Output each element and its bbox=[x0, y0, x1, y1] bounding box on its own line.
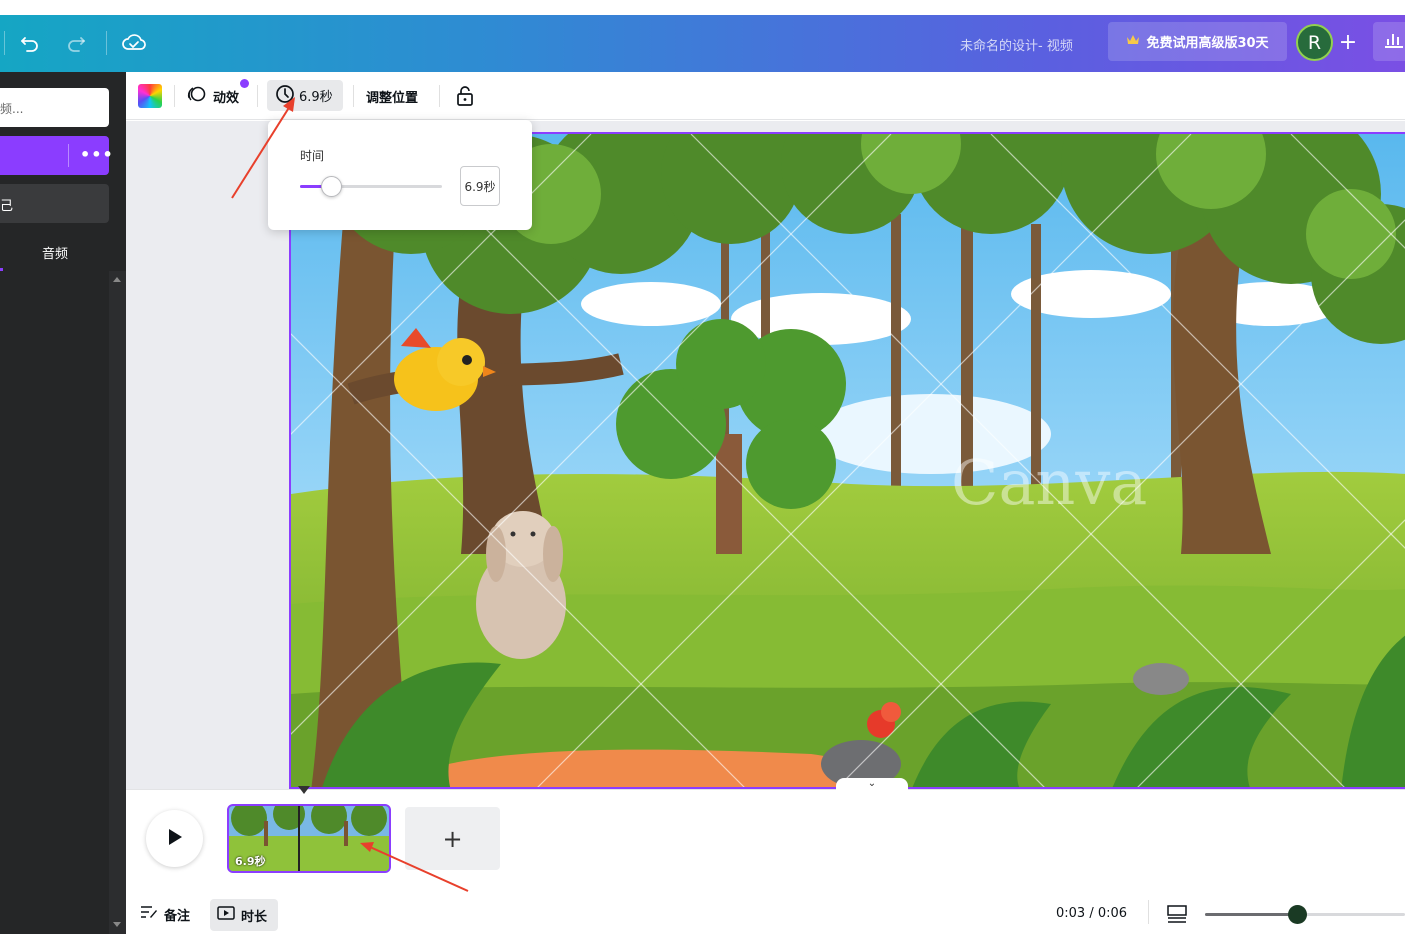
insights-button[interactable] bbox=[1373, 22, 1405, 61]
duration-toggle-label: 时长 bbox=[241, 909, 268, 925]
animate-label: 动效 bbox=[213, 90, 240, 106]
notes-label: 备注 bbox=[164, 908, 191, 924]
zoom-slider-thumb[interactable] bbox=[1288, 905, 1307, 924]
video-duration-icon bbox=[217, 906, 235, 924]
duration-label: 6.9秒 bbox=[299, 90, 333, 105]
position-button[interactable]: 调整位置 bbox=[366, 87, 418, 106]
animate-button[interactable]: 动效 bbox=[186, 81, 239, 111]
user-avatar[interactable]: R bbox=[1296, 24, 1333, 61]
collapse-timeline-chevron-icon[interactable]: ⌄ bbox=[836, 778, 908, 794]
clip-duration-label: 6.9秒 bbox=[235, 855, 266, 868]
timeline-clip[interactable]: 6.9秒 bbox=[227, 804, 391, 873]
duration-button[interactable]: 6.9秒 bbox=[267, 80, 343, 111]
search-input[interactable]: 频... bbox=[0, 88, 109, 127]
clock-icon bbox=[275, 84, 295, 108]
timeline-panel: ⌄ 6.9秒 + 备注 时长 0:03 / 0:06 bbox=[126, 778, 1405, 934]
animate-icon bbox=[186, 83, 208, 109]
animate-notification-dot bbox=[240, 79, 249, 88]
play-button[interactable] bbox=[146, 810, 203, 867]
grid-view-icon[interactable] bbox=[1166, 903, 1188, 925]
zoom-slider-fill bbox=[1205, 913, 1297, 916]
add-collaborator-button[interactable]: + bbox=[1335, 27, 1361, 57]
try-pro-label: 免费试用高级版30天 bbox=[1146, 36, 1269, 51]
duration-input[interactable]: 6.9秒 bbox=[460, 166, 500, 206]
bar-chart-icon bbox=[1383, 31, 1405, 53]
active-tab-indicator bbox=[0, 268, 3, 271]
scroll-up-icon[interactable] bbox=[113, 277, 121, 282]
context-toolbar: 动效 6.9秒 调整位置 bbox=[126, 72, 1405, 120]
forest-scene-image: Canva bbox=[291, 134, 1405, 787]
tab-audio[interactable]: 音频 bbox=[42, 243, 68, 262]
duration-slider[interactable] bbox=[300, 176, 442, 197]
cloud-saved-icon[interactable] bbox=[120, 29, 148, 57]
top-separator bbox=[106, 31, 107, 55]
duration-slider-thumb[interactable] bbox=[321, 176, 343, 197]
upload-media-button[interactable]: ••• bbox=[0, 136, 113, 175]
timeline-separator bbox=[1148, 900, 1149, 924]
zoom-slider[interactable] bbox=[1205, 905, 1405, 924]
lock-icon[interactable] bbox=[454, 83, 476, 109]
notes-icon bbox=[140, 904, 158, 924]
toolbar-separator bbox=[353, 85, 354, 107]
design-title[interactable]: 未命名的设计- 视频 bbox=[960, 35, 1073, 54]
scroll-down-icon[interactable] bbox=[113, 922, 121, 927]
toolbar-separator bbox=[257, 85, 258, 107]
notes-button[interactable]: 备注 bbox=[140, 904, 190, 924]
crown-icon bbox=[1126, 34, 1140, 50]
more-options-icon[interactable]: ••• bbox=[80, 145, 114, 164]
sidebar-scrollbar[interactable] bbox=[109, 271, 126, 934]
svg-text:Canva: Canva bbox=[951, 446, 1147, 519]
duration-popover-label: 时间 bbox=[300, 149, 325, 163]
top-bar: 未命名的设计- 视频 免费试用高级版30天 R + bbox=[0, 15, 1405, 72]
record-yourself-button[interactable]: 己 bbox=[0, 184, 109, 223]
try-pro-button[interactable]: 免费试用高级版30天 bbox=[1108, 22, 1287, 61]
playhead-marker[interactable] bbox=[298, 786, 310, 794]
design-page[interactable]: Canva bbox=[289, 132, 1405, 789]
add-page-button[interactable]: + bbox=[405, 807, 500, 870]
sidebar-panel: 频... ••• 己 音频 bbox=[0, 72, 126, 934]
toolbar-separator bbox=[439, 85, 440, 107]
window-top-strip bbox=[0, 0, 1405, 15]
color-picker-icon[interactable] bbox=[138, 84, 162, 108]
button-separator bbox=[68, 144, 69, 167]
time-readout: 0:03 / 0:06 bbox=[1056, 906, 1128, 921]
toolbar-separator bbox=[174, 85, 175, 107]
play-icon bbox=[167, 828, 183, 850]
redo-icon[interactable] bbox=[62, 29, 90, 57]
duration-toggle-button[interactable]: 时长 bbox=[210, 899, 278, 931]
undo-icon[interactable] bbox=[16, 29, 44, 57]
top-separator bbox=[4, 31, 5, 55]
duration-popover: 时间 6.9秒 bbox=[268, 120, 532, 230]
